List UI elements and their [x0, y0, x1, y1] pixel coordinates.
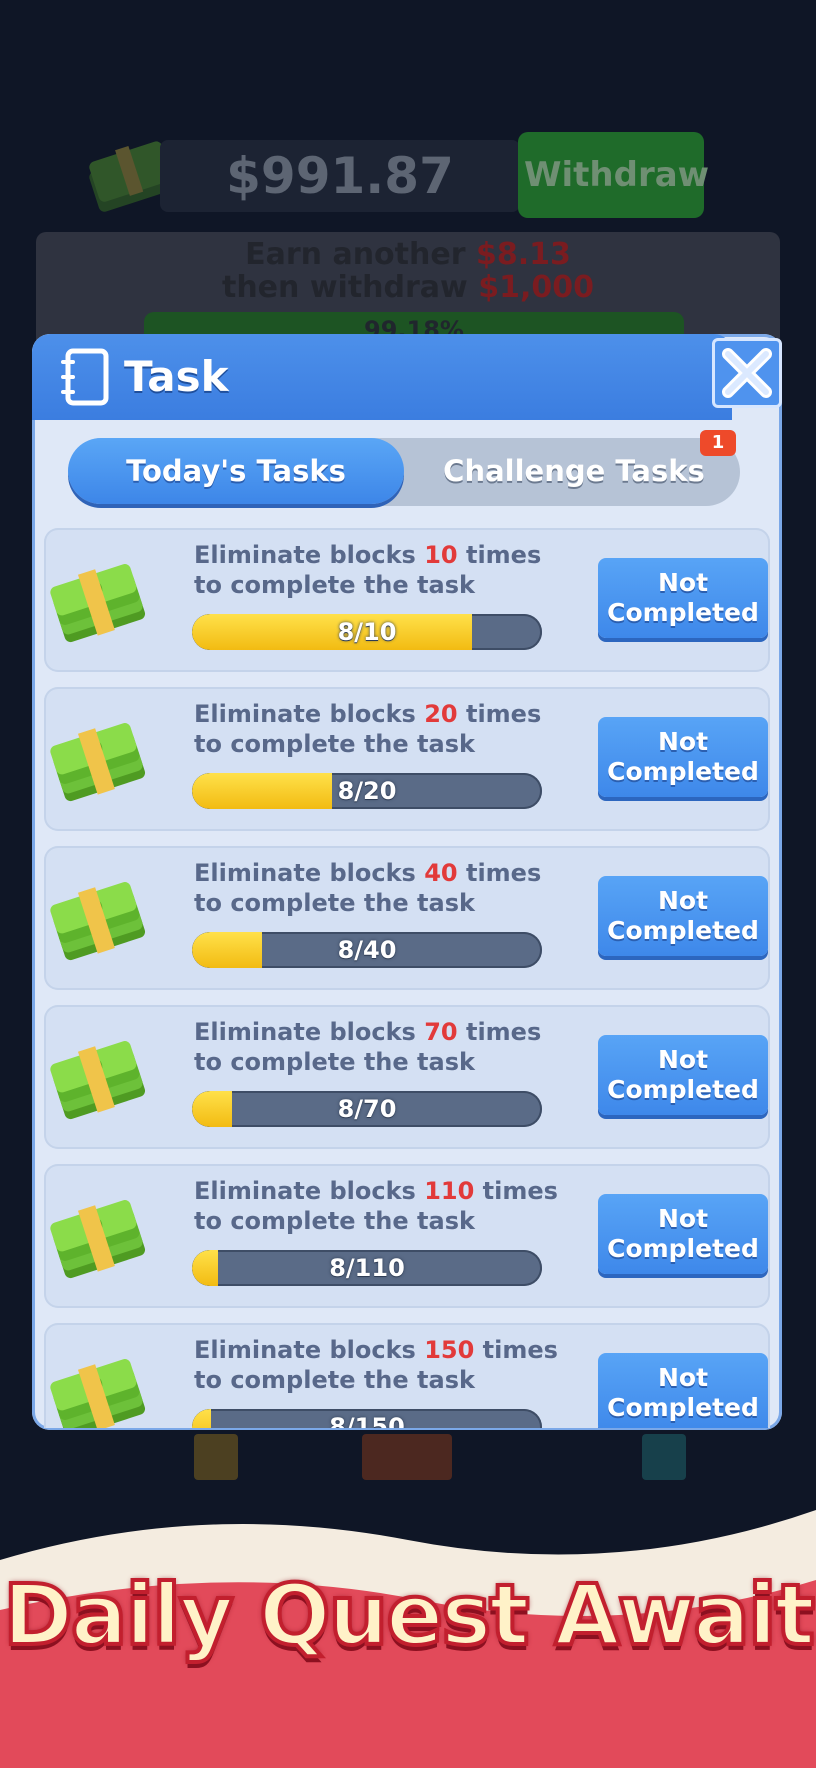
task-suffix: times	[465, 1018, 542, 1046]
panel-title: Task	[124, 352, 229, 401]
not-completed-button[interactable]: Not Completed	[598, 717, 768, 797]
progress-label: 8/110	[329, 1254, 405, 1282]
task-suffix: times	[465, 700, 542, 728]
task-count: 20	[424, 700, 458, 728]
task-list[interactable]: Eliminate blocks 10 times to complete th…	[44, 528, 770, 1428]
task-prefix: Eliminate blocks	[194, 1018, 416, 1046]
task-progress-bar: 8/150	[192, 1409, 542, 1428]
banner-title: Daily Quest Await	[1, 1564, 816, 1666]
task-line2: to complete the task	[194, 1207, 475, 1235]
task-description: Eliminate blocks 40 times to complete th…	[194, 858, 541, 918]
task-suffix: times	[482, 1336, 558, 1364]
task-line2: to complete the task	[194, 730, 475, 758]
status-label: Not Completed	[607, 568, 759, 627]
withdraw-prefix: then withdraw	[221, 270, 468, 305]
task-line2: to complete the task	[194, 571, 475, 599]
task-progress-bar: 8/20	[192, 773, 542, 809]
task-count: 70	[424, 1018, 458, 1046]
task-description: Eliminate blocks 70 times to complete th…	[194, 1017, 541, 1077]
task-count: 150	[424, 1336, 475, 1364]
cash-stack-icon	[50, 1200, 146, 1279]
status-label: Not Completed	[607, 886, 759, 945]
task-row: Eliminate blocks 150 times to complete t…	[44, 1323, 770, 1428]
task-tabs: Today's Tasks Challenge Tasks	[68, 438, 740, 506]
cash-stack-icon	[50, 1041, 146, 1120]
task-row: Eliminate blocks 20 times to complete th…	[44, 687, 770, 831]
earn-amount: $8.13	[475, 237, 571, 272]
withdraw-amount: $1,000	[478, 270, 594, 305]
status-label: Not Completed	[607, 1363, 759, 1422]
task-prefix: Eliminate blocks	[194, 541, 416, 569]
not-completed-button[interactable]: Not Completed	[598, 1035, 768, 1115]
task-line2: to complete the task	[194, 1048, 475, 1076]
task-line1: Eliminate blocks 70 times	[194, 1017, 541, 1047]
cash-stack-icon	[50, 882, 146, 961]
task-line1: Eliminate blocks 150 times	[194, 1335, 558, 1365]
panel-header: Task	[32, 334, 732, 420]
notebook-icon	[61, 348, 109, 406]
task-line2: to complete the task	[194, 1366, 475, 1394]
withdraw-line: then withdraw $1,000	[36, 271, 780, 304]
task-prefix: Eliminate blocks	[194, 1177, 416, 1205]
withdraw-button[interactable]: Withdraw	[518, 132, 709, 218]
task-line1: Eliminate blocks 40 times	[194, 858, 541, 888]
balance-display: $991.87	[160, 140, 520, 212]
close-icon	[722, 348, 772, 398]
task-suffix: times	[465, 541, 542, 569]
task-prefix: Eliminate blocks	[194, 1336, 416, 1364]
status-label: Not Completed	[607, 1045, 759, 1104]
not-completed-button[interactable]: Not Completed	[598, 558, 768, 638]
task-progress-bar: 8/110	[192, 1250, 542, 1286]
task-suffix: times	[465, 859, 542, 887]
task-description: Eliminate blocks 110 times to complete t…	[194, 1176, 558, 1236]
not-completed-button[interactable]: Not Completed	[598, 1194, 768, 1274]
notification-badge: 1	[700, 430, 736, 456]
task-line1: Eliminate blocks 20 times	[194, 699, 541, 729]
task-description: Eliminate blocks 10 times to complete th…	[194, 540, 541, 600]
close-button[interactable]	[712, 338, 782, 408]
cash-stack-icon	[50, 1359, 146, 1428]
task-prefix: Eliminate blocks	[194, 859, 416, 887]
task-line1: Eliminate blocks 10 times	[194, 540, 541, 570]
task-description: Eliminate blocks 150 times to complete t…	[194, 1335, 558, 1395]
task-line2: to complete the task	[194, 889, 475, 917]
task-row: Eliminate blocks 70 times to complete th…	[44, 1005, 770, 1149]
task-count: 40	[424, 859, 458, 887]
not-completed-button[interactable]: Not Completed	[598, 876, 768, 956]
status-label: Not Completed	[607, 1204, 759, 1263]
progress-label: 8/20	[337, 777, 397, 805]
task-row: Eliminate blocks 110 times to complete t…	[44, 1164, 770, 1308]
progress-label: 8/10	[337, 618, 397, 646]
cash-stack-icon	[50, 723, 146, 802]
task-progress-bar: 8/40	[192, 932, 542, 968]
tab-challenge-tasks[interactable]: Challenge Tasks	[408, 438, 740, 504]
task-progress-bar: 8/10	[192, 614, 542, 650]
progress-label: 8/40	[337, 936, 397, 964]
not-completed-button[interactable]: Not Completed	[598, 1353, 768, 1428]
progress-label: 8/70	[337, 1095, 397, 1123]
game-block	[194, 1434, 238, 1480]
task-row: Eliminate blocks 10 times to complete th…	[44, 528, 770, 672]
task-count: 110	[424, 1177, 475, 1205]
task-line1: Eliminate blocks 110 times	[194, 1176, 558, 1206]
task-suffix: times	[482, 1177, 558, 1205]
earn-prefix: Earn another	[245, 237, 466, 272]
status-label: Not Completed	[607, 727, 759, 786]
progress-label: 8/150	[329, 1413, 405, 1428]
task-description: Eliminate blocks 20 times to complete th…	[194, 699, 541, 759]
task-panel: Task Today's Tasks Challenge Tasks 1 Eli…	[32, 334, 782, 1430]
task-row: Eliminate blocks 40 times to complete th…	[44, 846, 770, 990]
game-block	[642, 1434, 686, 1480]
task-count: 10	[424, 541, 458, 569]
task-progress-bar: 8/70	[192, 1091, 542, 1127]
game-block	[362, 1434, 452, 1480]
task-prefix: Eliminate blocks	[194, 700, 416, 728]
earn-line: Earn another $8.13	[36, 238, 780, 271]
cash-stack-icon	[50, 564, 146, 643]
tab-todays-tasks[interactable]: Today's Tasks	[68, 438, 404, 504]
